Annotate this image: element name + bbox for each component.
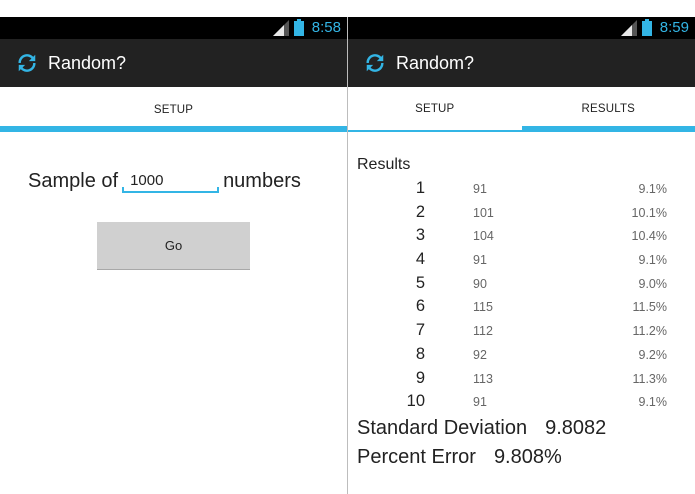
- result-row: 10 91 9.1%: [348, 392, 695, 416]
- tab-setup[interactable]: SETUP: [348, 87, 522, 130]
- result-row: 9 113 11.3%: [348, 369, 695, 393]
- result-percent: 11.2%: [632, 324, 667, 339]
- result-row: 2 101 10.1%: [348, 203, 695, 227]
- percent-error-label: Percent Error: [357, 446, 476, 468]
- result-row: 3 104 10.4%: [348, 226, 695, 250]
- tab-results[interactable]: RESULTS: [521, 87, 695, 132]
- percent-error-value: 9.808%: [493, 446, 562, 468]
- result-row: 6 115 11.5%: [348, 297, 695, 321]
- result-row: 7 112 11.2%: [348, 321, 695, 345]
- result-index: 4: [415, 250, 425, 269]
- tab-bar: SETUP RESULTS: [348, 87, 695, 132]
- result-percent: 9.1%: [638, 253, 668, 268]
- std-dev-value: 9.8082: [545, 417, 607, 439]
- app-title: Random?: [396, 52, 475, 73]
- action-bar: Random?: [348, 39, 695, 87]
- results-title: Results: [357, 156, 411, 173]
- status-time: 8:58: [311, 19, 341, 36]
- result-index: 7: [415, 321, 425, 340]
- result-index: 2: [415, 202, 425, 221]
- tab-bar: SETUP: [0, 87, 347, 132]
- result-count: 104: [473, 229, 494, 244]
- result-count: 113: [473, 371, 493, 386]
- result-index: 1: [415, 179, 425, 197]
- refresh-icon[interactable]: [364, 52, 386, 74]
- result-row: 1 91 9.1%: [348, 179, 695, 203]
- percent-error-row: Percent Error 9.808%: [357, 446, 562, 469]
- std-dev-label: Standard Deviation: [357, 417, 528, 439]
- go-button[interactable]: Go: [97, 222, 250, 270]
- result-percent: 9.1%: [638, 182, 668, 196]
- result-percent: 10.1%: [631, 205, 667, 220]
- setup-screen: 8:58 Random? SETUP Sample of numbers Go: [0, 17, 347, 494]
- result-row: 4 91 9.1%: [348, 250, 695, 274]
- signal-icon: [272, 19, 289, 36]
- result-count: 91: [473, 395, 487, 410]
- result-percent: 11.5%: [632, 300, 667, 315]
- status-bar: 8:59: [348, 17, 695, 39]
- result-count: 115: [473, 300, 493, 315]
- result-percent: 9.0%: [638, 276, 668, 291]
- sample-row: Sample of numbers: [28, 169, 301, 193]
- result-count: 112: [473, 324, 493, 339]
- app-title: Random?: [48, 52, 127, 73]
- result-percent: 11.3%: [632, 371, 667, 386]
- battery-icon: [641, 19, 652, 36]
- sample-suffix: numbers: [223, 170, 301, 192]
- result-row: 8 92 9.2%: [348, 345, 695, 369]
- result-count: 92: [473, 347, 487, 362]
- result-row: 5 90 9.0%: [348, 274, 695, 298]
- result-percent: 9.2%: [638, 347, 668, 362]
- sample-size-input[interactable]: [122, 169, 220, 193]
- std-dev-row: Standard Deviation 9.8082: [357, 417, 606, 440]
- result-index: 9: [415, 368, 425, 387]
- result-count: 91: [473, 182, 487, 196]
- result-index: 6: [415, 297, 425, 316]
- battery-icon: [293, 19, 304, 36]
- result-index: 5: [415, 273, 425, 292]
- action-bar: Random?: [0, 39, 347, 87]
- results-table: 1 91 9.1% 2 101 10.1% 3 104 10.4% 4 91 9.1% 5 90 9.0% 6…: [348, 179, 695, 416]
- result-index: 10: [406, 392, 425, 411]
- results-screen: 8:59 Random? SETUP RESULTS Results 1 91 9.…: [348, 17, 695, 494]
- result-count: 101: [473, 205, 494, 220]
- result-percent: 9.1%: [638, 395, 668, 410]
- sample-input-wrap: [118, 169, 223, 193]
- result-percent: 10.4%: [631, 229, 667, 244]
- result-count: 90: [473, 276, 487, 291]
- refresh-icon[interactable]: [16, 52, 38, 74]
- sample-prefix: Sample of: [28, 170, 119, 192]
- status-time: 8:59: [659, 19, 689, 36]
- signal-icon: [620, 19, 637, 36]
- result-index: 3: [415, 226, 425, 245]
- result-index: 8: [415, 344, 425, 363]
- status-bar: 8:58: [0, 17, 347, 39]
- tab-setup[interactable]: SETUP: [0, 87, 347, 132]
- result-count: 91: [473, 253, 487, 268]
